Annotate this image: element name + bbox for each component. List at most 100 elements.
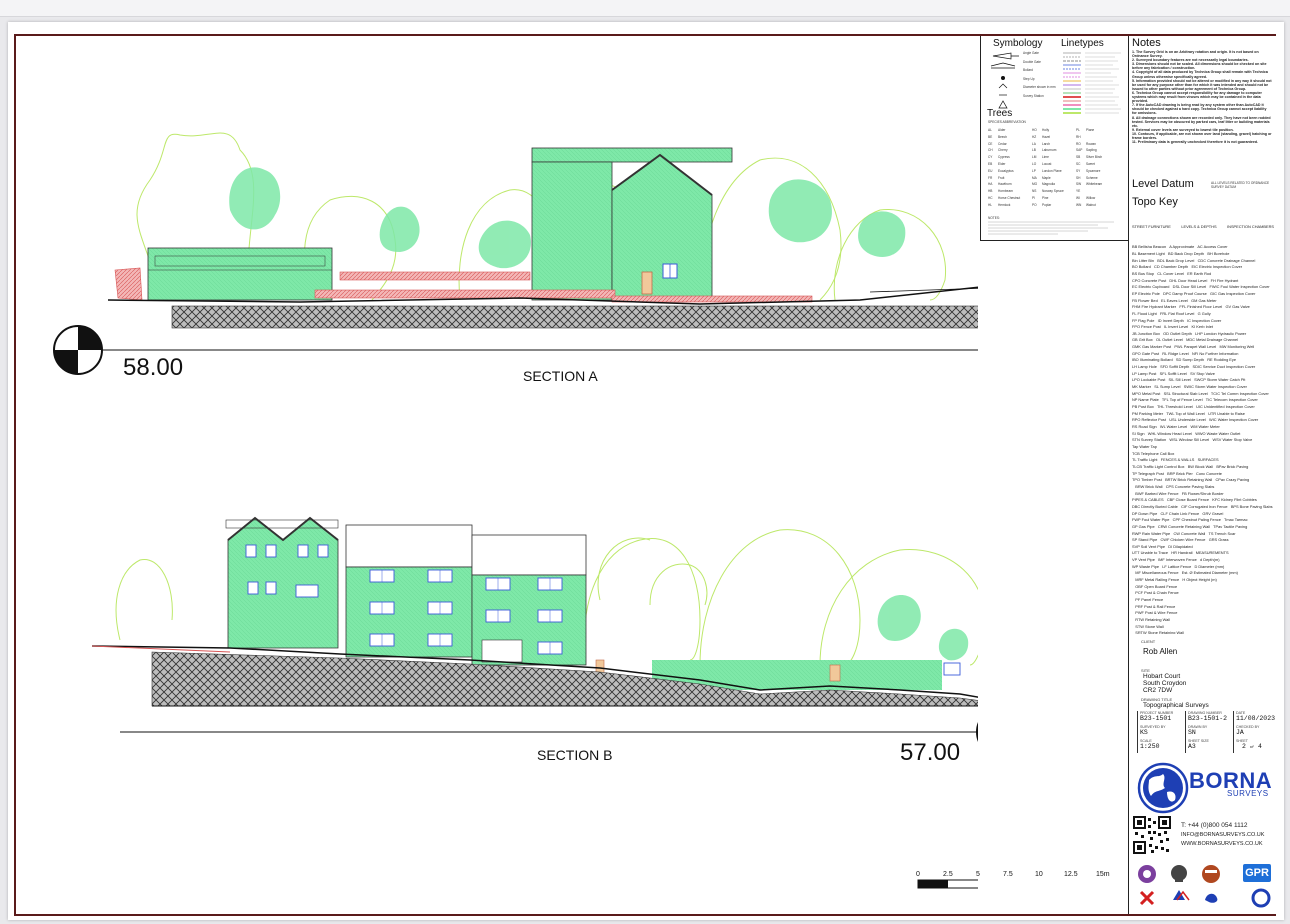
species-code: SW	[1076, 182, 1082, 187]
scale-bar	[917, 879, 978, 889]
level-marker-b	[976, 722, 978, 742]
topo-key-row: Tap Water Tap	[1132, 443, 1157, 449]
field-value: B23-1501	[1140, 715, 1172, 722]
topo-key-row: DP Down Pipe CLF Chain Link Fence GRV Gr…	[1132, 510, 1224, 516]
topo-key-row: LH Lamp Hole SFD Soffit Depth SDIC Servi…	[1132, 364, 1256, 370]
level-value-b: 57.00	[900, 739, 961, 766]
note-item: 10. Contours, if applicable, are not sho…	[1132, 131, 1272, 140]
topo-header: STREET FURNITURE	[1132, 224, 1171, 230]
species-name: Whitebeam	[1086, 182, 1103, 187]
topo-key-row: EP Electric Pole DPC Damp Proof Course G…	[1132, 290, 1256, 296]
field-value: 2	[1242, 743, 1246, 750]
species-name: Elder	[998, 161, 1006, 166]
species-name: Sapling	[1086, 148, 1097, 153]
site-address: Hobart Court South Croydon CR2 7DW	[1143, 673, 1186, 694]
field-project-number: PROJECT NUMBER B23-1501	[1137, 711, 1185, 725]
topo-key-row: FB Flower Bed EL Eaves Level GM Gas Mete…	[1132, 297, 1217, 303]
topo-key-row: LPO Lockable Post SIL Sill Level SWCP St…	[1132, 377, 1246, 383]
topo-key-row: BL Basement Light BD Back Drop Depth BH …	[1132, 250, 1230, 256]
species-code: LM	[1032, 155, 1037, 160]
topo-key-row: MRF Metal Railing Fence H Object Height …	[1132, 577, 1217, 583]
species-code: SAP	[1076, 148, 1083, 153]
species-name: Cypress	[998, 155, 1010, 160]
qr-code-icon	[1133, 816, 1171, 854]
topo-key-row: PIPES & CABLES CBF Close Board Fence KFC…	[1132, 497, 1257, 503]
field-drawn-by: DRAWN BY SN	[1185, 725, 1233, 739]
species-name: Plane	[1086, 128, 1095, 132]
notes-list: 1. The Survey Grid is on an Arbitrary ro…	[1132, 50, 1272, 144]
level-datum-value: ALL LEVELS RELATED TO ORDNANCE SURVEY DA…	[1211, 181, 1270, 189]
tree-species-table: AL Alder HO Holly PL Plane BE Beech HZ Hazel RH CE C…	[988, 127, 1124, 209]
topo-key-row: VP Vent Pipe IMF Interwoven Fence d Dept…	[1132, 557, 1220, 563]
tree-species-row: HL Hemlock PO Poplar WN Walnut	[988, 202, 1124, 209]
topo-key-row: SI Sign WHL Window Head Level WWO Waste …	[1132, 430, 1241, 436]
species-name: Silver Birch	[1086, 155, 1103, 160]
symbology-item: Diameter shown in mm	[1023, 85, 1056, 89]
species-name: Rowan	[1086, 141, 1096, 146]
tree-species-row: EU Eucalyptus LP London Plane SY Sycamore	[988, 168, 1124, 175]
field-scale: SCALE 1:250	[1137, 739, 1185, 753]
species-code: EB	[988, 161, 993, 166]
tree-species-row: HB Hornbeam NS Norway Spruce YE	[988, 188, 1124, 195]
species-code: PI	[1032, 195, 1036, 200]
scale-tick: 2.5	[943, 871, 953, 878]
species-name: Norway Spruce	[1042, 189, 1064, 194]
tree-species-row: HC Horse Chestnut PI Pine WI Willow	[988, 195, 1124, 202]
note-item: 6. Technica Group cannot accept responsi…	[1132, 90, 1262, 104]
species-name	[1086, 188, 1120, 195]
gpr-logo: GPR	[1243, 864, 1271, 882]
topo-key-row: BB Bellisha Beacon A Approximate AC Acce…	[1132, 244, 1228, 250]
species-code: HO	[1032, 128, 1037, 132]
topo-key-row: PB Post Box THL Threshold Level UIC Unid…	[1132, 404, 1255, 410]
species-name: Poplar	[1042, 202, 1052, 207]
client-label: CLIENT	[1141, 639, 1156, 644]
field-value: B23-1501-2	[1188, 715, 1228, 722]
topo-key-row: GP Gas Pipe CRW Concrete Retaining Wall …	[1132, 523, 1248, 529]
site-line: CR2 7DW	[1143, 687, 1173, 694]
field-value: 11/08/2023	[1236, 715, 1276, 722]
topo-key-row: GB Grit Box OL Outlet Level MDC Metal Dr…	[1132, 337, 1239, 343]
field-drawing-number: DRAWING NUMBER B23-1501-2	[1185, 711, 1233, 725]
species-name: Willow	[1086, 195, 1096, 200]
species-name: Walnut	[1086, 202, 1096, 207]
topo-key-row: BRW Brick Wall CPS Concrete Paving Slabs	[1132, 483, 1215, 489]
species-name: Fruit	[998, 175, 1005, 180]
species-name: Cherry	[998, 148, 1008, 153]
species-abbr-title: SPECIES ABBREVIATION	[988, 120, 1026, 124]
field-date: DATE 11/08/2023	[1233, 711, 1276, 725]
species-code: RH	[1076, 134, 1081, 139]
note-item: 5. Information provided should not be al…	[1132, 78, 1272, 91]
species-code: YE	[1076, 189, 1081, 194]
topo-key-headers: STREET FURNITURE LEVELS & DEPTHS INSPECT…	[1132, 224, 1274, 231]
species-code: SY	[1076, 168, 1081, 173]
species-code: WI	[1076, 195, 1080, 200]
topo-key-row: PF Panel Fence	[1132, 597, 1164, 603]
topo-key-row: NP Name Plate TFL Top of Fence Level TIC…	[1132, 397, 1258, 403]
topo-key-row: MF Miscellaneous Fence Est. Ø Estimated …	[1132, 570, 1238, 576]
species-code: SB	[1076, 155, 1081, 160]
species-code: LA	[1032, 141, 1036, 146]
note-item: 8. All drainage connections shown are re…	[1132, 115, 1271, 128]
scale-tick: 7.5	[1003, 871, 1013, 878]
species-name	[1086, 134, 1120, 141]
topo-key-row: RS Road Sign WL Water Level WM Water Met…	[1132, 424, 1220, 429]
linetypes-title: Linetypes	[1061, 38, 1104, 49]
topo-key-row: LP Lamp Post SFL Soffit Level SV Stop Va…	[1132, 370, 1215, 376]
species-name: Hornbeam	[998, 189, 1013, 194]
note-item: 1. The Survey Grid is on an Arbitrary ro…	[1132, 50, 1259, 59]
topo-key-title: Topo Key	[1132, 196, 1178, 208]
sheet-total: 4	[1258, 743, 1262, 750]
species-code: AL	[988, 128, 992, 132]
legend-note-lines	[988, 221, 1114, 235]
species-code: PL	[1076, 128, 1080, 132]
topo-key-list: STREET FURNITURE LEVELS & DEPTHS INSPECT…	[1132, 211, 1274, 657]
symbology-item: Step Up	[1023, 76, 1035, 81]
symbology-item: Survey Station	[1023, 93, 1044, 98]
legend-panel: Symbology Linetypes Angle Gate Double Ga…	[980, 36, 1130, 241]
topo-key-row: TCB Telephone Call Box	[1132, 450, 1175, 456]
field-value: KS	[1140, 729, 1148, 736]
topo-key-row: FHM Fire Hydrant Marker FFL Finished Flo…	[1132, 304, 1250, 310]
tree-species-row: EB Elder LO Locust SC Sweet	[988, 161, 1124, 168]
species-name: Hazel	[1042, 134, 1051, 139]
note-item: 7. If the AutoCAD drawing is being read …	[1132, 103, 1267, 116]
